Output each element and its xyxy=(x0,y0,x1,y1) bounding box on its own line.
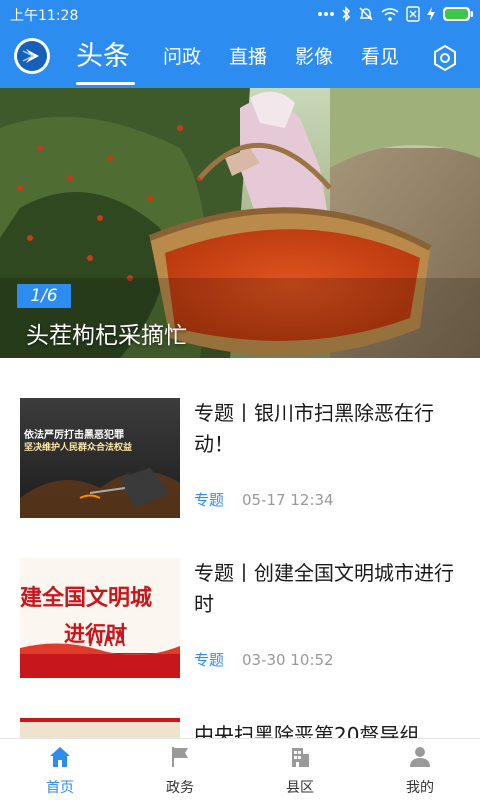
thumbnail-headline: 建全国文明城 xyxy=(20,586,153,611)
news-item[interactable]: 依法严厉打击黑恶犯罪 坚决维护人民群众合法权益 专题丨银川市扫黑除恶在行动！ 专… xyxy=(0,398,480,538)
bottom-nav: 首页 政务 县区 我的 xyxy=(0,738,480,800)
tab-wenzheng[interactable]: 问政 xyxy=(163,28,201,88)
charging-icon xyxy=(427,7,435,21)
news-thumbnail: 依法严厉打击黑恶犯罪 坚决维护人民群众合法权益 xyxy=(20,398,180,518)
nav-label: 首页 xyxy=(46,780,74,796)
news-title[interactable]: 专题丨银川市扫黑除恶在行动！ xyxy=(194,398,462,460)
banner-caption[interactable]: 头茬枸杞采摘忙 xyxy=(26,316,187,350)
no-sim-icon xyxy=(406,6,420,22)
building-icon xyxy=(288,745,312,769)
battery-icon xyxy=(442,6,474,22)
thumbnail-headline: 依法严厉打击黑恶犯罪 xyxy=(24,430,124,441)
news-title[interactable]: 中央扫黑除恶第20督导组 xyxy=(194,720,462,738)
status-icons xyxy=(318,4,474,24)
nav-label: 我的 xyxy=(406,780,434,796)
nav-districts[interactable]: 县区 xyxy=(240,739,360,800)
tab-headlines[interactable]: 头条 xyxy=(76,28,130,88)
news-thumbnail xyxy=(20,718,180,738)
news-time: 03-30 10:52 xyxy=(242,651,334,669)
banner-counter: 1/6 xyxy=(17,284,71,308)
thumbnail-subheadline: 进行时 xyxy=(64,621,127,646)
news-item[interactable]: 中央扫黑除恶第20督导组 xyxy=(0,718,480,738)
app-logo[interactable] xyxy=(14,38,50,74)
status-bar: 上午11:28 xyxy=(0,0,480,28)
nav-government[interactable]: 政务 xyxy=(120,739,240,800)
wifi-icon xyxy=(381,7,399,21)
news-tag[interactable]: 专题 xyxy=(194,651,224,669)
logo-icon xyxy=(17,41,47,71)
active-tab-indicator xyxy=(76,82,135,85)
mute-icon xyxy=(358,6,374,22)
news-time: 05-17 12:34 xyxy=(242,491,334,509)
news-item[interactable]: 建全国文明城 进行时 专题丨创建全国文明城市进行时 专题 03-30 10:52 xyxy=(0,558,480,698)
nav-label: 县区 xyxy=(286,780,314,796)
nav-home[interactable]: 首页 xyxy=(0,739,120,800)
news-meta: 专题 05-17 12:34 xyxy=(194,489,334,510)
news-meta: 专题 03-30 10:52 xyxy=(194,649,334,670)
flag-icon xyxy=(168,745,192,769)
status-time: 上午11:28 xyxy=(10,8,79,24)
more-dots-icon xyxy=(318,11,334,17)
tab-see[interactable]: 看见 xyxy=(361,28,399,88)
hexagon-settings-icon[interactable] xyxy=(430,43,460,73)
tab-live[interactable]: 直播 xyxy=(229,28,267,88)
bluetooth-icon xyxy=(341,6,351,22)
news-title[interactable]: 专题丨创建全国文明城市进行时 xyxy=(194,558,462,620)
nav-mine[interactable]: 我的 xyxy=(360,739,480,800)
thumbnail-subheadline: 坚决维护人民群众合法权益 xyxy=(24,443,133,453)
person-icon xyxy=(408,745,432,769)
tab-video[interactable]: 影像 xyxy=(295,28,333,88)
news-thumbnail: 建全国文明城 进行时 xyxy=(20,558,180,678)
home-icon xyxy=(48,745,72,769)
news-tag[interactable]: 专题 xyxy=(194,491,224,509)
nav-label: 政务 xyxy=(166,780,194,796)
top-header: 头条 问政 直播 影像 看见 xyxy=(0,28,480,88)
